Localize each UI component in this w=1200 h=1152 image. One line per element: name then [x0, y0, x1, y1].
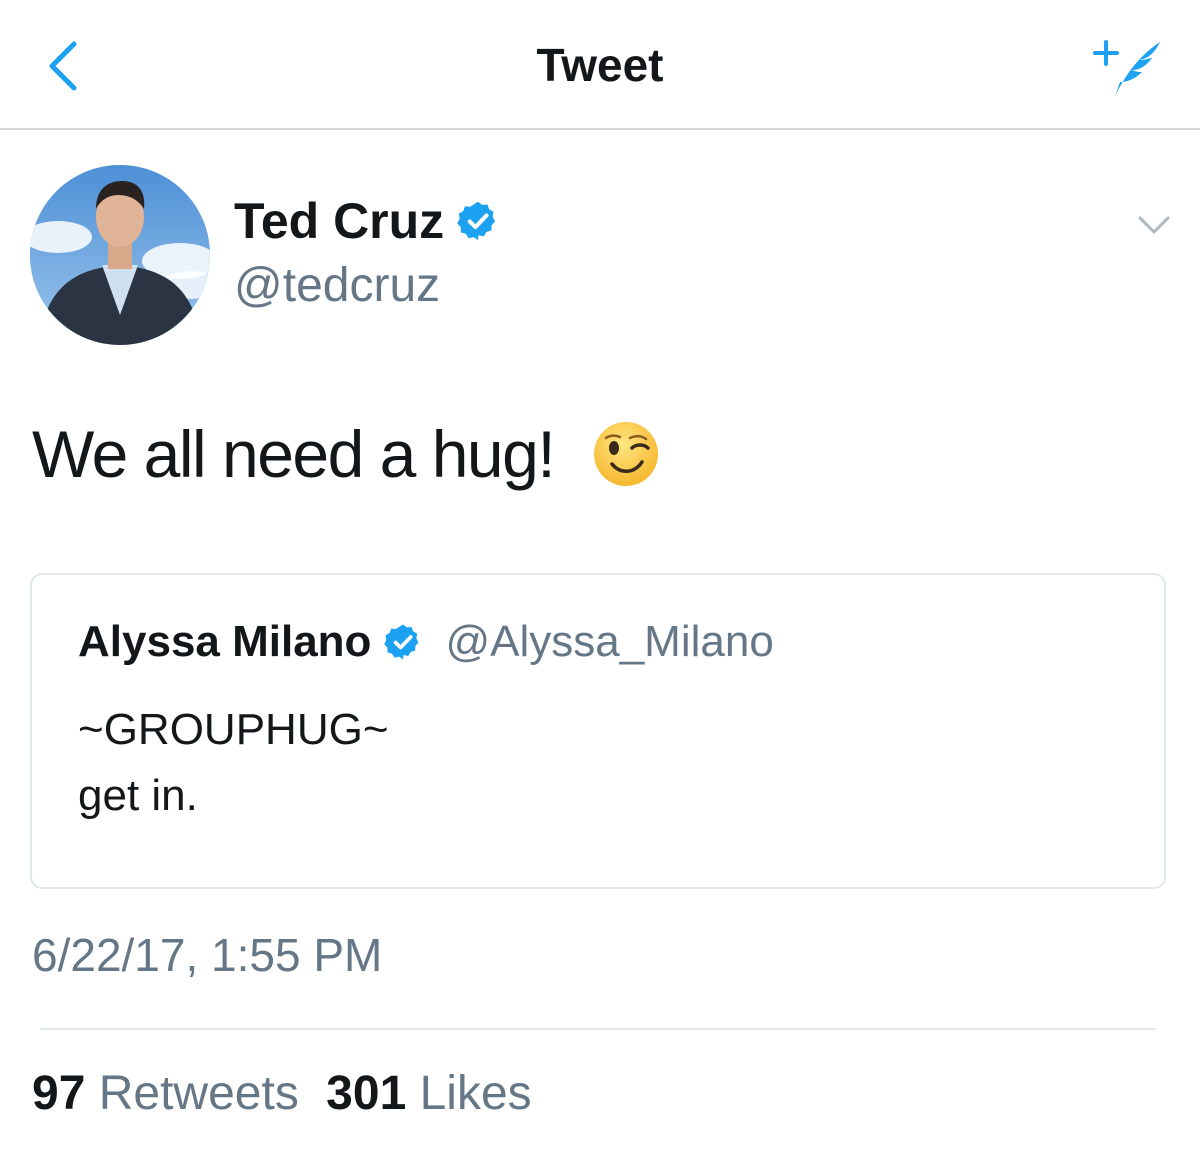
winking-face-emoji: [594, 422, 659, 486]
likes-stat[interactable]: 301 Likes: [326, 1066, 532, 1121]
compose-tweet-icon: [1093, 40, 1160, 98]
tweet-text-content: We all need a hug!: [32, 417, 556, 491]
retweets-stat[interactable]: 97 Retweets: [32, 1066, 299, 1121]
quoted-author-handle: @Alyssa_Milano: [445, 617, 774, 666]
retweets-count: 97: [32, 1067, 86, 1120]
author-name-row: Ted Cruz: [234, 192, 500, 250]
author-name[interactable]: Ted Cruz: [234, 192, 444, 250]
avatar[interactable]: [30, 165, 210, 345]
retweets-label: Retweets: [98, 1067, 299, 1120]
quoted-tweet-text-line: ~GROUPHUG~: [78, 705, 389, 754]
avatar-photo: [30, 165, 210, 345]
more-options-button[interactable]: [1136, 206, 1172, 242]
chevron-down-icon: [1138, 216, 1170, 234]
compose-tweet-button[interactable]: [1090, 36, 1170, 102]
author-handle[interactable]: @tedcruz: [234, 258, 440, 313]
likes-label: Likes: [419, 1067, 532, 1120]
tweet-text: We all need a hug!: [32, 416, 660, 492]
verified-badge-icon: [457, 201, 496, 241]
tweet-timestamp: 6/22/17, 1:55 PM: [32, 929, 383, 981]
likes-count: 301: [326, 1067, 407, 1120]
quoted-tweet-card[interactable]: Alyssa Milano @Alyssa_Milano ~GROUPHUG~ …: [30, 573, 1166, 889]
quoted-tweet-text-line: get in.: [78, 771, 198, 820]
tweet-stats: 97 Retweets 301 Likes: [32, 1066, 532, 1121]
nav-bar: Tweet: [0, 0, 1200, 130]
page-title: Tweet: [536, 39, 664, 91]
quoted-tweet-header: Alyssa Milano @Alyssa_Milano: [78, 617, 774, 667]
verified-badge-icon: [384, 624, 419, 660]
quoted-author-name: Alyssa Milano: [78, 617, 372, 666]
divider: [40, 1028, 1156, 1030]
